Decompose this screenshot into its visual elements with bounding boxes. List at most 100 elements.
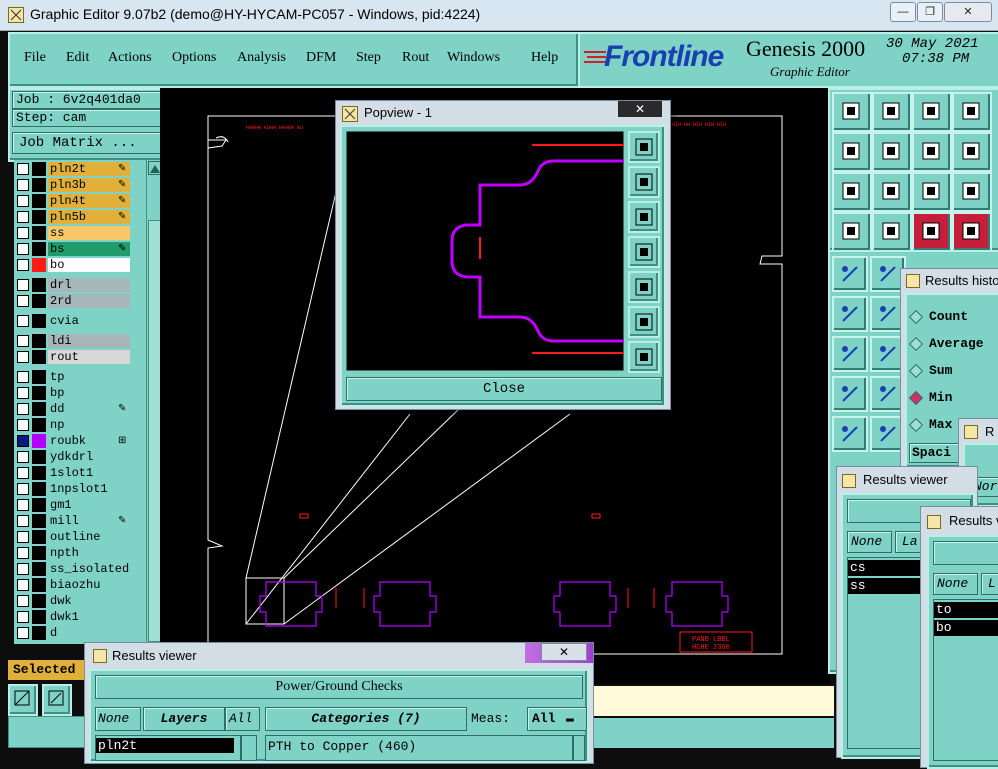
layer-row-pln2t[interactable]: pln2t ✎	[14, 162, 146, 176]
layer-checkbox[interactable]	[17, 499, 29, 511]
home-icon[interactable]	[912, 92, 952, 132]
layer-checkbox[interactable]	[17, 335, 29, 347]
layer-checkbox[interactable]	[17, 547, 29, 559]
list-item[interactable]: to	[934, 602, 998, 618]
layer-color-swatch[interactable]	[32, 626, 46, 640]
layer-row-bs[interactable]: bs ✎	[14, 242, 146, 256]
zoom-box-icon[interactable]	[8, 684, 38, 716]
move-up-icon[interactable]	[832, 92, 872, 132]
menu-edit[interactable]: Edit	[66, 50, 89, 66]
layer-checkbox[interactable]	[17, 467, 29, 479]
layer-row-roubk[interactable]: roubk ⊞	[14, 434, 146, 448]
layer-checkbox[interactable]	[17, 315, 29, 327]
layer-color-swatch[interactable]	[32, 314, 46, 328]
layer-color-swatch[interactable]	[32, 610, 46, 624]
layer-row-1slot1[interactable]: 1slot1	[14, 466, 146, 480]
layer-row-1npslot1[interactable]: 1npslot1	[14, 482, 146, 496]
move-down-icon[interactable]	[872, 92, 912, 132]
layer-name[interactable]: rout	[48, 350, 130, 364]
layer-name[interactable]: ss_isolated	[48, 562, 130, 576]
layer-row-dwk1[interactable]: dwk1	[14, 610, 146, 624]
layer-color-swatch[interactable]	[32, 258, 46, 272]
layer-color-swatch[interactable]	[32, 402, 46, 416]
layer-color-swatch[interactable]	[32, 226, 46, 240]
layer-row-tp[interactable]: tp	[14, 370, 146, 384]
zoom-fit-icon[interactable]	[42, 684, 72, 716]
layer-color-swatch[interactable]	[32, 514, 46, 528]
layer-checkbox[interactable]	[17, 435, 29, 447]
angle-icon[interactable]	[832, 336, 868, 372]
job-matrix-button[interactable]: Job Matrix ...	[12, 132, 166, 154]
layer-row-drl[interactable]: drl	[14, 278, 146, 292]
zoom-out-icon[interactable]	[628, 306, 660, 338]
layer-row-ss[interactable]: ss	[14, 226, 146, 240]
pan-up-icon[interactable]	[628, 166, 660, 198]
menu-step[interactable]: Step	[356, 50, 381, 66]
minimize-button[interactable]: —	[890, 2, 916, 22]
menu-rout[interactable]: Rout	[402, 50, 429, 66]
menu-actions[interactable]: Actions	[108, 50, 152, 66]
layer-checkbox[interactable]	[17, 515, 29, 527]
undo-icon[interactable]	[912, 132, 952, 172]
layer-color-swatch[interactable]	[32, 334, 46, 348]
menu-dfm[interactable]: DFM	[306, 50, 336, 66]
popview-close-x[interactable]: ✕	[618, 101, 662, 117]
list-item[interactable]: PTH to Copper (460)	[266, 739, 572, 754]
meas-select[interactable]: All ▬	[527, 707, 587, 731]
layer-color-swatch[interactable]	[32, 450, 46, 464]
layer-row-d[interactable]: d	[14, 626, 146, 640]
layer-name[interactable]: 1slot1	[48, 466, 130, 480]
layer-color-swatch[interactable]	[32, 546, 46, 560]
list-item[interactable]: ss	[848, 578, 928, 594]
menu-analysis[interactable]: Analysis	[237, 50, 286, 66]
layer-row-pln4t[interactable]: pln4t ✎	[14, 194, 146, 208]
rv-none-button[interactable]: None	[95, 707, 141, 731]
layer-color-swatch[interactable]	[32, 466, 46, 480]
layer-name[interactable]: bo	[48, 258, 130, 272]
layer-checkbox[interactable]	[17, 351, 29, 363]
list-item[interactable]: pln2t	[96, 738, 234, 753]
layer-name[interactable]: npth	[48, 546, 130, 560]
layer-checkbox[interactable]	[17, 579, 29, 591]
layer-row-bp[interactable]: bp	[14, 386, 146, 400]
layer-name[interactable]: dwk	[48, 594, 130, 608]
layer-name[interactable]: 1npslot1	[48, 482, 130, 496]
layer-checkbox[interactable]	[17, 483, 29, 495]
layer-color-swatch[interactable]	[32, 370, 46, 384]
layer-name[interactable]: drl	[48, 278, 130, 292]
layer-name[interactable]: np	[48, 418, 130, 432]
layer-color-swatch[interactable]	[32, 498, 46, 512]
layer-name[interactable]: tp	[48, 370, 130, 384]
layer-color-swatch[interactable]	[32, 242, 46, 256]
menu-options[interactable]: Options	[172, 50, 216, 66]
layer-checkbox[interactable]	[17, 243, 29, 255]
layer-checkbox[interactable]	[17, 403, 29, 415]
layer-name[interactable]: ss	[48, 226, 130, 240]
layer-color-swatch[interactable]	[32, 482, 46, 496]
node-icon[interactable]	[832, 296, 868, 332]
layer-name[interactable]: 2rd	[48, 294, 130, 308]
layer-row-dd[interactable]: dd ✎	[14, 402, 146, 416]
radio-icon[interactable]	[908, 363, 924, 379]
layer-color-swatch[interactable]	[32, 294, 46, 308]
signal-icon[interactable]	[912, 212, 952, 252]
grid-icon[interactable]	[872, 212, 912, 252]
pad-icon[interactable]	[832, 376, 868, 412]
layer-checkbox[interactable]	[17, 295, 29, 307]
layer-row-biaozhu[interactable]: biaozhu	[14, 578, 146, 592]
move-right-icon[interactable]	[872, 132, 912, 172]
layer-checkbox[interactable]	[17, 563, 29, 575]
radio-icon[interactable]	[908, 336, 924, 352]
triangle-icon[interactable]	[832, 416, 868, 452]
layer-name[interactable]: gm1	[48, 498, 130, 512]
layer-checkbox[interactable]	[17, 163, 29, 175]
layer-color-swatch[interactable]	[32, 418, 46, 432]
popview-canvas[interactable]	[346, 131, 624, 371]
layer-row-bo[interactable]: bo	[14, 258, 146, 272]
layer-checkbox[interactable]	[17, 179, 29, 191]
layer-color-swatch[interactable]	[32, 178, 46, 192]
radio-icon[interactable]	[908, 417, 924, 433]
layer-name[interactable]: ydkdrl	[48, 450, 130, 464]
rv-layer-scrollbar[interactable]	[241, 735, 257, 761]
layer-row-npth[interactable]: npth	[14, 546, 146, 560]
